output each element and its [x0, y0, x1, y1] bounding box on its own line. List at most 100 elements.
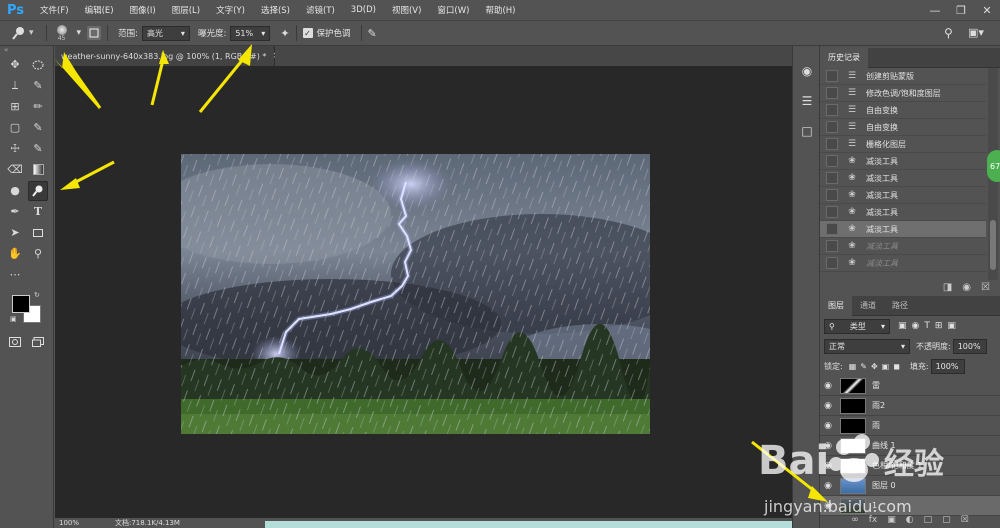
document-tab[interactable]: weather-sunny-640x383.jpg @ 100% (1, RGB…: [55, 46, 280, 66]
brush-preset-picker[interactable]: 45: [53, 24, 71, 42]
brush-tool-icon[interactable]: ✎: [28, 118, 48, 138]
history-source-checkbox[interactable]: [826, 104, 838, 116]
lock-icons[interactable]: ▦✎✥▣◼: [849, 362, 904, 371]
floating-badge[interactable]: 67: [987, 150, 1000, 182]
history-source-checkbox[interactable]: [826, 223, 838, 235]
menu-filter[interactable]: 滤镜(T): [298, 4, 343, 16]
quick-select-icon[interactable]: ✎: [28, 76, 48, 96]
new-document-from-state-icon[interactable]: ◨: [943, 282, 952, 293]
range-select[interactable]: 高光 ▾: [141, 25, 190, 41]
blend-mode-select[interactable]: 正常 ▾: [824, 338, 910, 354]
menu-image[interactable]: 图像(I): [122, 4, 164, 16]
path-select-icon[interactable]: ➤: [5, 223, 25, 243]
visibility-eye-icon[interactable]: ◉: [820, 381, 836, 391]
exposure-input[interactable]: 51% ▾: [230, 25, 271, 41]
menu-type[interactable]: 文字(Y): [208, 4, 253, 16]
link-layers-icon[interactable]: ∞: [851, 515, 859, 525]
type-tool-icon[interactable]: T: [28, 202, 48, 222]
visibility-eye-icon[interactable]: ◉: [820, 401, 836, 411]
menu-edit[interactable]: 编辑(E): [77, 4, 122, 16]
layer-row[interactable]: ◉ 曲线 1: [820, 436, 1000, 456]
layer-name[interactable]: 图层 0: [872, 480, 896, 491]
quick-mask-icon[interactable]: [5, 332, 25, 352]
hand-tool-icon[interactable]: ✋: [5, 244, 25, 264]
history-source-checkbox[interactable]: [826, 155, 838, 167]
adjustments-panel-icon[interactable]: ◉: [793, 56, 821, 86]
layer-row[interactable]: ◉ 图层 0: [820, 476, 1000, 496]
menu-select[interactable]: 选择(S): [253, 4, 298, 16]
history-source-checkbox[interactable]: [826, 172, 838, 184]
add-mask-icon[interactable]: ▣: [887, 515, 896, 525]
marquee-tool-icon[interactable]: [28, 55, 48, 75]
history-source-checkbox[interactable]: [826, 257, 838, 269]
layer-filter-select[interactable]: ⚲ 类型 ▾: [824, 318, 890, 334]
trash-icon[interactable]: ☒: [981, 282, 990, 293]
document-image[interactable]: [181, 154, 650, 434]
history-brush-icon[interactable]: ✎: [28, 139, 48, 159]
move-tool-icon[interactable]: ✥: [5, 55, 25, 75]
pen-tool-icon[interactable]: ✒: [5, 202, 25, 222]
3d-panel-icon[interactable]: □: [793, 116, 821, 146]
tab-paths[interactable]: 路径: [884, 296, 916, 316]
default-colors-icon[interactable]: ▣: [10, 315, 17, 323]
protect-tones-checkbox[interactable]: ✓: [302, 28, 313, 38]
history-item[interactable]: ☰ 修改色调/饱和度图层: [820, 85, 986, 102]
brush-dropdown-icon[interactable]: ▾: [77, 28, 82, 38]
menu-window[interactable]: 窗口(W): [429, 4, 477, 16]
history-item[interactable]: ❀ 减淡工具: [820, 255, 986, 272]
airbrush-icon[interactable]: ✦: [280, 27, 289, 40]
visibility-eye-icon[interactable]: ◉: [820, 441, 836, 451]
minimize-button[interactable]: —: [922, 0, 948, 20]
visibility-eye-icon[interactable]: ◉: [820, 481, 836, 491]
blur-tool-icon[interactable]: ●: [5, 181, 25, 201]
visibility-eye-icon[interactable]: ◉: [820, 501, 836, 511]
search-icon[interactable]: ⚲: [944, 26, 953, 40]
history-item[interactable]: ❀ 减淡工具: [820, 187, 986, 204]
history-source-checkbox[interactable]: [826, 121, 838, 133]
adjustment-layer-icon[interactable]: ◐: [906, 515, 914, 525]
history-item[interactable]: ❀ 减淡工具: [820, 204, 986, 221]
stamp-tool-icon[interactable]: ☩: [5, 139, 25, 159]
gradient-tool-icon[interactable]: [28, 160, 48, 180]
history-source-checkbox[interactable]: [826, 240, 838, 252]
tab-history[interactable]: 历史记录: [820, 47, 868, 68]
rectangle-tool-icon[interactable]: [28, 223, 48, 243]
history-item[interactable]: ☰ 自由变换: [820, 102, 986, 119]
snapshot-icon[interactable]: ◉: [962, 282, 971, 293]
history-item[interactable]: ❀ 减淡工具: [820, 170, 986, 187]
fill-input[interactable]: 100%: [930, 358, 965, 374]
more-tools-icon[interactable]: ⋯: [5, 265, 25, 285]
history-item[interactable]: ☰ 创建剪贴蒙版: [820, 68, 986, 85]
workspace-icon[interactable]: ▣▾: [968, 26, 984, 39]
menu-3d[interactable]: 3D(D): [343, 5, 384, 15]
menu-help[interactable]: 帮助(H): [477, 4, 523, 16]
filter-icons[interactable]: ▣◉T⊞▣: [898, 321, 961, 331]
eyedropper-icon[interactable]: ✏: [28, 97, 48, 117]
history-item[interactable]: ☰ 自由变换: [820, 119, 986, 136]
layer-row[interactable]: ◉ 雨2: [820, 396, 1000, 416]
tool-preset-picker[interactable]: ▾: [12, 26, 34, 40]
history-source-checkbox[interactable]: [826, 87, 838, 99]
menu-view[interactable]: 视图(V): [384, 4, 429, 16]
layer-name[interactable]: 雨2: [872, 400, 885, 411]
zoom-tool-icon[interactable]: ⚲: [28, 244, 48, 264]
history-item[interactable]: ❀ 减淡工具: [820, 238, 986, 255]
history-scroll-thumb[interactable]: [990, 220, 996, 270]
canvas-area[interactable]: weather-sunny-640x383.jpg @ 100% (1, RGB…: [55, 46, 807, 528]
history-source-checkbox[interactable]: [826, 138, 838, 150]
layer-name[interactable]: 曲线 1: [872, 440, 896, 451]
history-item[interactable]: ☰ 栅格化图层: [820, 136, 986, 153]
layer-name[interactable]: 雷: [872, 380, 880, 391]
brush-panel-toggle[interactable]: [87, 26, 102, 40]
visibility-eye-icon[interactable]: ◉: [820, 421, 836, 431]
history-source-checkbox[interactable]: [826, 189, 838, 201]
history-item[interactable]: ❀ 减淡工具: [820, 153, 986, 170]
layer-name[interactable]: 1: [872, 501, 877, 510]
layer-row[interactable]: ◉ 色相/饱和度 1: [820, 456, 1000, 476]
fx-icon[interactable]: fx: [869, 515, 878, 525]
foreground-color[interactable]: [12, 295, 30, 313]
zoom-level[interactable]: 100%: [59, 519, 109, 527]
eraser-tool-icon[interactable]: ⌫: [5, 160, 25, 180]
close-window-button[interactable]: ✕: [974, 0, 1000, 20]
panel-collapse-icon[interactable]: «: [0, 46, 53, 54]
